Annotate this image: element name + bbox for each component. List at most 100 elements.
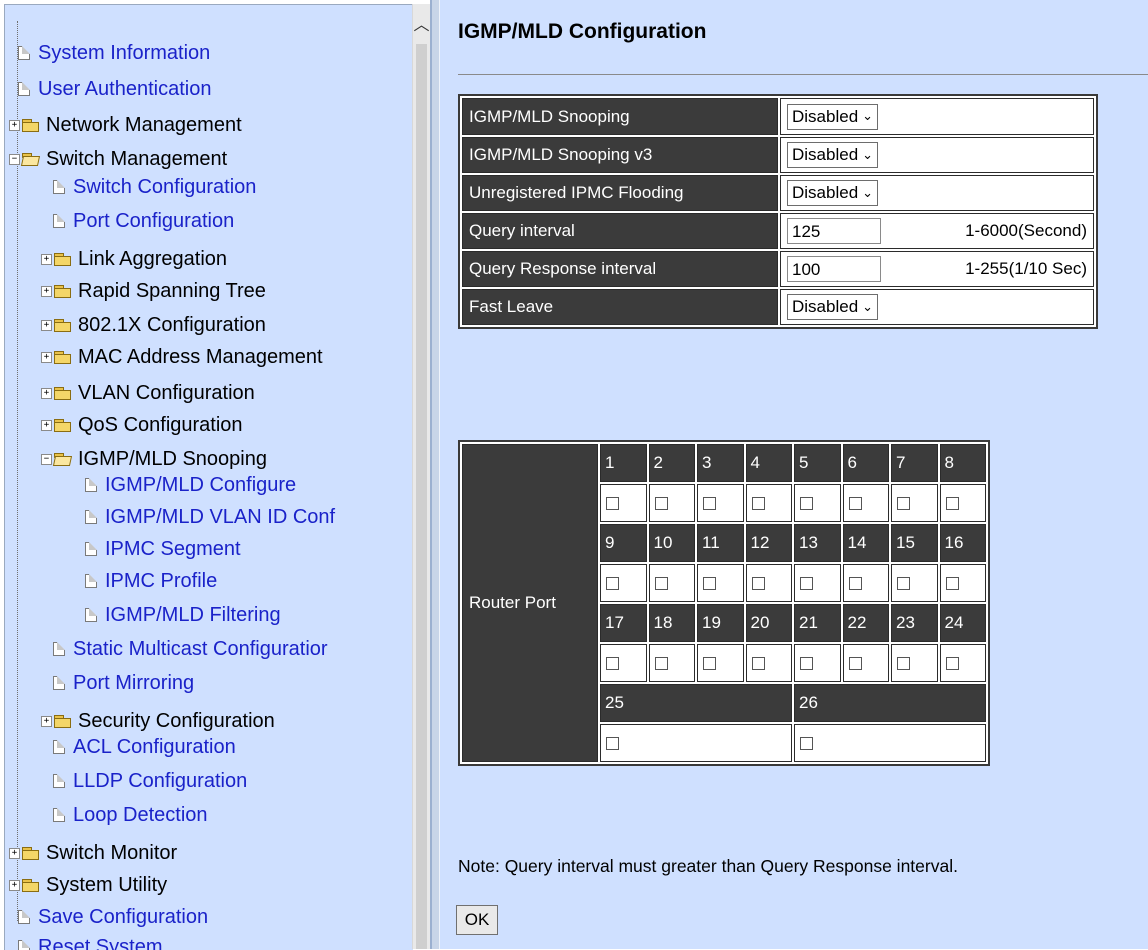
nav-item-security-configuration[interactable]: + Security Configuration <box>41 709 275 733</box>
expand-icon[interactable]: + <box>9 120 20 131</box>
nav-item-switch-management[interactable]: − Switch Management <box>9 147 227 171</box>
nav-item-802-1x-configuration[interactable]: +802.1X Configuration <box>41 313 266 337</box>
port-checkbox[interactable] <box>606 737 619 750</box>
expand-icon[interactable]: + <box>41 320 52 331</box>
nav-item-label[interactable]: IGMP/MLD Configure <box>105 474 296 497</box>
nav-item-system-utility[interactable]: + System Utility <box>9 873 167 897</box>
nav-item-igmp-mld-filtering[interactable]: IGMP/MLD Filtering <box>85 603 281 627</box>
nav-item-label[interactable]: System Utility <box>46 874 167 897</box>
setting-select[interactable]: Disabled⌄ <box>787 294 878 320</box>
nav-item-switch-monitor[interactable]: + Switch Monitor <box>9 841 177 865</box>
port-checkbox[interactable] <box>849 657 862 670</box>
port-checkbox[interactable] <box>800 657 813 670</box>
nav-item-network-management[interactable]: + Network Management <box>9 113 242 137</box>
nav-item-label[interactable]: Link Aggregation <box>78 248 227 271</box>
port-checkbox[interactable] <box>946 657 959 670</box>
nav-item-ipmc-profile[interactable]: IPMC Profile <box>85 569 217 593</box>
expand-icon[interactable]: + <box>9 848 20 859</box>
nav-item-label[interactable]: LLDP Configuration <box>73 770 247 793</box>
setting-input[interactable]: 100 <box>787 256 881 282</box>
nav-item-acl-configuration[interactable]: ACL Configuration <box>53 735 236 759</box>
port-checkbox[interactable] <box>897 497 910 510</box>
frame-divider[interactable] <box>430 0 440 949</box>
port-checkbox[interactable] <box>703 497 716 510</box>
port-checkbox[interactable] <box>800 577 813 590</box>
nav-item-igmp-mld-vlan-id-conf[interactable]: IGMP/MLD VLAN ID Conf <box>85 505 335 529</box>
setting-select[interactable]: Disabled⌄ <box>787 142 878 168</box>
expand-icon[interactable]: + <box>41 352 52 363</box>
expand-icon[interactable]: + <box>41 420 52 431</box>
nav-item-label[interactable]: Switch Management <box>46 148 227 171</box>
expand-icon[interactable]: + <box>41 254 52 265</box>
nav-item-label[interactable]: MAC Address Management <box>78 346 323 369</box>
nav-item-label[interactable]: IGMP/MLD VLAN ID Conf <box>105 506 335 529</box>
nav-item-label[interactable]: QoS Configuration <box>78 414 243 437</box>
nav-item-label[interactable]: IGMP/MLD Filtering <box>105 604 281 627</box>
scroll-thumb[interactable] <box>416 44 427 949</box>
nav-item-label[interactable]: Security Configuration <box>78 710 275 733</box>
expand-icon[interactable]: + <box>41 716 52 727</box>
nav-item-rapid-spanning-tree[interactable]: +Rapid Spanning Tree <box>41 279 266 303</box>
port-checkbox[interactable] <box>800 737 813 750</box>
nav-item-qos-configuration[interactable]: + QoS Configuration <box>41 413 243 437</box>
nav-item-label[interactable]: VLAN Configuration <box>78 382 255 405</box>
collapse-icon[interactable]: − <box>41 454 52 465</box>
port-checkbox[interactable] <box>655 657 668 670</box>
nav-item-vlan-configuration[interactable]: + VLAN Configuration <box>41 381 255 405</box>
setting-input[interactable]: 125 <box>787 218 881 244</box>
nav-item-label[interactable]: System Information <box>38 42 210 65</box>
setting-select[interactable]: Disabled⌄ <box>787 180 878 206</box>
setting-select[interactable]: Disabled⌄ <box>787 104 878 130</box>
nav-item-label[interactable]: IPMC Segment <box>105 538 241 561</box>
nav-item-link-aggregation[interactable]: + Link Aggregation <box>41 247 227 271</box>
port-checkbox[interactable] <box>897 657 910 670</box>
expand-icon[interactable]: + <box>9 880 20 891</box>
nav-item-label[interactable]: Switch Monitor <box>46 842 177 865</box>
nav-item-label[interactable]: IPMC Profile <box>105 570 217 593</box>
port-checkbox[interactable] <box>849 497 862 510</box>
nav-item-lldp-configuration[interactable]: LLDP Configuration <box>53 769 247 793</box>
nav-item-label[interactable]: Loop Detection <box>73 804 208 827</box>
nav-item-label[interactable]: Port Configuration <box>73 210 234 233</box>
nav-item-port-mirroring[interactable]: Port Mirroring <box>53 671 194 695</box>
nav-item-loop-detection[interactable]: Loop Detection <box>53 803 208 827</box>
nav-item-switch-configuration[interactable]: Switch Configuration <box>53 175 256 199</box>
collapse-icon[interactable]: − <box>9 154 20 165</box>
nav-item-label[interactable]: Network Management <box>46 114 242 137</box>
expand-icon[interactable]: + <box>41 388 52 399</box>
nav-item-label[interactable]: 802.1X Configuration <box>78 314 266 337</box>
port-checkbox[interactable] <box>606 657 619 670</box>
ok-button[interactable]: OK <box>456 905 498 935</box>
nav-item-label[interactable]: Port Mirroring <box>73 672 194 695</box>
nav-item-label[interactable]: ACL Configuration <box>73 736 236 759</box>
port-checkbox[interactable] <box>655 497 668 510</box>
port-checkbox[interactable] <box>849 577 862 590</box>
nav-item-save-configuration[interactable]: Save Configuration <box>18 905 208 929</box>
port-checkbox[interactable] <box>946 497 959 510</box>
nav-item-igmp-mld-snooping[interactable]: − IGMP/MLD Snooping <box>41 447 267 471</box>
nav-item-reset-system[interactable]: Reset System <box>18 935 162 950</box>
port-checkbox[interactable] <box>800 497 813 510</box>
nav-item-port-configuration[interactable]: Port Configuration <box>53 209 234 233</box>
port-checkbox[interactable] <box>703 657 716 670</box>
nav-item-label[interactable]: Save Configuration <box>38 906 208 929</box>
port-checkbox[interactable] <box>946 577 959 590</box>
nav-item-label[interactable]: Rapid Spanning Tree <box>78 280 266 303</box>
port-checkbox[interactable] <box>752 657 765 670</box>
port-checkbox[interactable] <box>655 577 668 590</box>
nav-item-igmp-mld-configure[interactable]: IGMP/MLD Configure <box>85 473 296 497</box>
nav-item-label[interactable]: User Authentication <box>38 78 211 101</box>
port-checkbox[interactable] <box>606 497 619 510</box>
nav-item-system-information[interactable]: System Information <box>18 41 210 65</box>
nav-item-static-multicast-configuratior[interactable]: Static Multicast Configuratior <box>53 637 328 661</box>
nav-item-mac-address-management[interactable]: + MAC Address Management <box>41 345 323 369</box>
port-checkbox[interactable] <box>752 497 765 510</box>
scroll-up-arrow-icon[interactable]: ︿ <box>413 4 430 42</box>
nav-item-label[interactable]: Switch Configuration <box>73 176 256 199</box>
port-checkbox[interactable] <box>897 577 910 590</box>
nav-item-label[interactable]: IGMP/MLD Snooping <box>78 448 267 471</box>
nav-scrollbar[interactable]: ︿ <box>412 4 430 949</box>
port-checkbox[interactable] <box>752 577 765 590</box>
port-checkbox[interactable] <box>606 577 619 590</box>
port-checkbox[interactable] <box>703 577 716 590</box>
